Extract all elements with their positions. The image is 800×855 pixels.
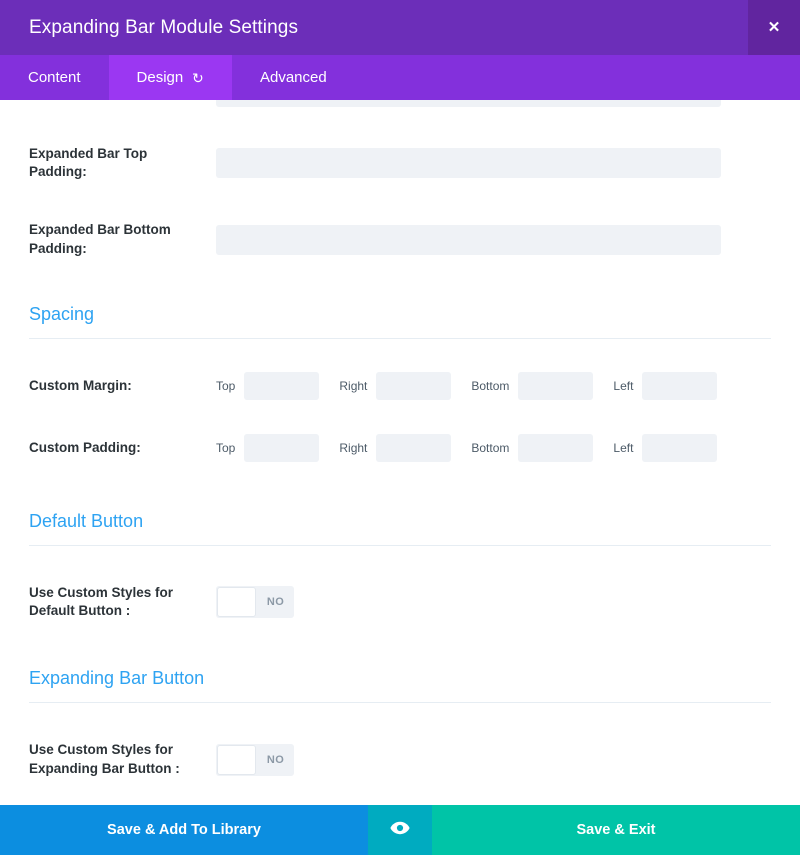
label-expanding-bar-button-custom-styles: Use Custom Styles for Expanding Bar Butt…: [29, 741, 216, 777]
row-custom-padding: Custom Padding: Top Right Bottom Left: [29, 433, 771, 463]
row-expanded-bar-top-padding: Expanded Bar Top Padding:: [29, 145, 771, 181]
input-expanded-bar-top-padding[interactable]: [216, 148, 721, 178]
custom-margin-left-group: Left: [613, 372, 717, 400]
row-expanding-bar-button-custom-styles: Use Custom Styles for Expanding Bar Butt…: [29, 741, 771, 777]
row-default-button-custom-styles: Use Custom Styles for Default Button : N…: [29, 584, 771, 620]
custom-margin-left-label: Left: [613, 379, 633, 393]
toggle-knob: [217, 587, 256, 617]
custom-padding-left-group: Left: [613, 434, 717, 462]
row-custom-margin: Custom Margin: Top Right Bottom Left: [29, 371, 771, 401]
toggle-state-label: NO: [257, 754, 294, 766]
eye-icon: [390, 821, 410, 839]
tab-bar: Content Design ↺ Advanced: [0, 55, 800, 100]
custom-margin-top-group: Top: [216, 372, 339, 400]
custom-margin-right-label: Right: [339, 379, 367, 393]
custom-padding-top-input[interactable]: [244, 434, 319, 462]
modal-footer: Save & Add To Library Save & Exit: [0, 805, 800, 855]
custom-margin-inputs: Top Right Bottom Left: [216, 372, 771, 400]
toggle-knob: [217, 745, 256, 775]
modal-titlebar: Expanding Bar Module Settings ✕: [0, 0, 800, 55]
row-expanded-bar-bottom-padding: Expanded Bar Bottom Padding:: [29, 221, 771, 257]
custom-padding-top-group: Top: [216, 434, 339, 462]
label-expanded-bar-bottom-padding: Expanded Bar Bottom Padding:: [29, 221, 216, 257]
save-and-exit-label: Save & Exit: [577, 822, 656, 838]
custom-margin-bottom-input[interactable]: [518, 372, 593, 400]
label-custom-margin: Custom Margin:: [29, 377, 216, 395]
custom-padding-left-label: Left: [613, 441, 633, 455]
save-and-add-to-library-button[interactable]: Save & Add To Library: [0, 805, 368, 855]
custom-padding-right-input[interactable]: [376, 434, 451, 462]
module-settings-modal: Expanding Bar Module Settings ✕ Content …: [0, 0, 800, 855]
custom-padding-inputs: Top Right Bottom Left: [216, 434, 771, 462]
settings-scroll-area[interactable]: Expanded Bar Top Padding: Expanded Bar B…: [0, 100, 800, 805]
cutoff-input-field[interactable]: [216, 100, 721, 107]
custom-padding-left-input[interactable]: [642, 434, 717, 462]
modal-title: Expanding Bar Module Settings: [0, 17, 298, 39]
custom-margin-top-input[interactable]: [244, 372, 319, 400]
toggle-default-button-custom-styles[interactable]: NO: [216, 586, 294, 618]
tab-design[interactable]: Design ↺: [109, 55, 232, 100]
toggle-state-label: NO: [257, 596, 294, 608]
label-custom-padding: Custom Padding:: [29, 439, 216, 457]
custom-padding-bottom-label: Bottom: [471, 441, 509, 455]
tab-design-label: Design: [137, 69, 184, 86]
save-and-exit-button[interactable]: Save & Exit: [432, 805, 800, 855]
custom-padding-right-group: Right: [339, 434, 471, 462]
toggle-expanding-bar-button-custom-styles[interactable]: NO: [216, 744, 294, 776]
label-expanded-bar-top-padding: Expanded Bar Top Padding:: [29, 145, 216, 181]
close-button[interactable]: ✕: [748, 0, 800, 55]
tab-advanced-label: Advanced: [260, 69, 327, 86]
input-expanded-bar-bottom-padding[interactable]: [216, 225, 721, 255]
reset-icon[interactable]: ↺: [192, 71, 204, 85]
tab-content-label: Content: [28, 69, 81, 86]
tab-content[interactable]: Content: [0, 55, 109, 100]
custom-padding-top-label: Top: [216, 441, 235, 455]
custom-margin-bottom-label: Bottom: [471, 379, 509, 393]
custom-margin-right-input[interactable]: [376, 372, 451, 400]
section-title-expanding-bar-button: Expanding Bar Button: [29, 668, 771, 702]
custom-margin-right-group: Right: [339, 372, 471, 400]
custom-margin-top-label: Top: [216, 379, 235, 393]
section-title-default-button: Default Button: [29, 511, 771, 545]
custom-margin-bottom-group: Bottom: [471, 372, 613, 400]
save-and-add-to-library-label: Save & Add To Library: [107, 822, 261, 838]
custom-padding-right-label: Right: [339, 441, 367, 455]
custom-margin-left-input[interactable]: [642, 372, 717, 400]
section-title-spacing: Spacing: [29, 304, 771, 338]
close-icon: ✕: [768, 20, 781, 35]
preview-button[interactable]: [368, 805, 432, 855]
custom-padding-bottom-input[interactable]: [518, 434, 593, 462]
tab-advanced[interactable]: Advanced: [232, 55, 355, 100]
label-default-button-custom-styles: Use Custom Styles for Default Button :: [29, 584, 216, 620]
custom-padding-bottom-group: Bottom: [471, 434, 613, 462]
